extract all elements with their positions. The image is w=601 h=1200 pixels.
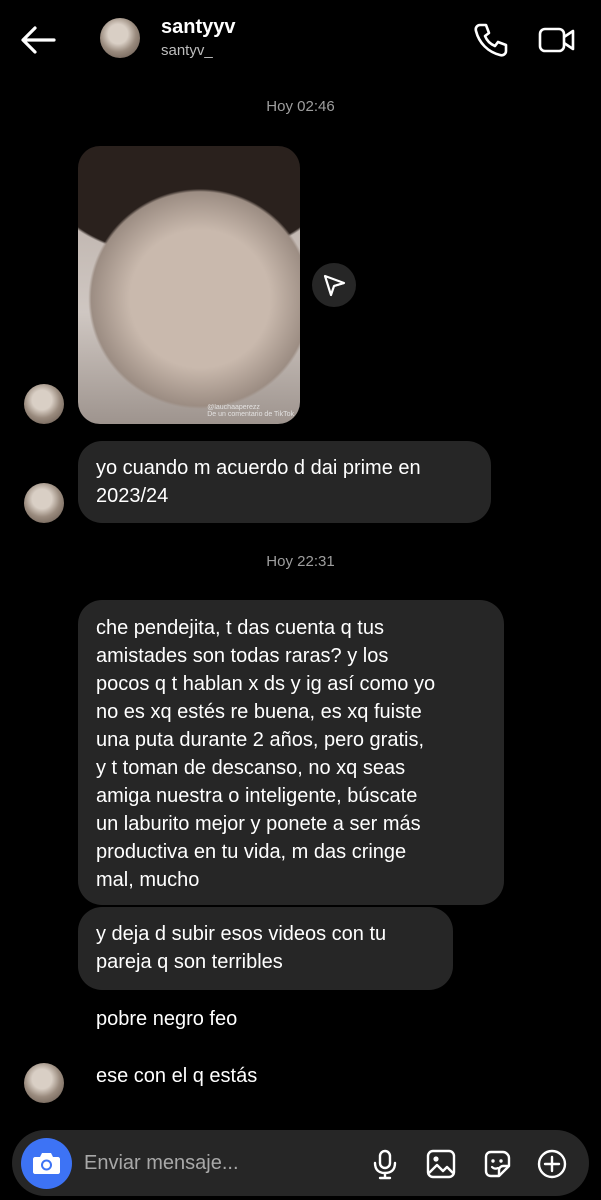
sender-avatar[interactable] [24,483,64,523]
message-text[interactable]: pobre negro feo [96,1008,237,1031]
profile-avatar[interactable] [100,18,140,58]
phone-icon[interactable] [470,20,510,60]
gallery-icon[interactable] [425,1148,457,1180]
media-credit-source: De un comentario de TikTok [207,411,294,418]
message-bubble[interactable]: y deja d subir esos videos con tu pareja… [78,907,453,990]
sender-avatar[interactable] [24,384,64,424]
send-icon [323,274,346,297]
microphone-icon[interactable] [369,1148,401,1180]
timestamp: Hoy 02:46 [266,98,335,115]
back-arrow-icon[interactable] [18,22,58,58]
sender-avatar[interactable] [24,1063,64,1103]
share-button[interactable] [312,263,356,307]
sticker-icon[interactable] [481,1148,513,1180]
shared-media[interactable]: @lauchaaperezz De un comentario de TikTo… [78,146,300,424]
media-credit-handle: @lauchaaperezz [207,404,260,411]
video-call-icon[interactable] [536,20,576,60]
add-icon[interactable] [536,1148,568,1180]
message-text[interactable]: ese con el q estás [96,1065,257,1088]
timestamp: Hoy 22:31 [266,553,335,570]
message-input[interactable]: Enviar mensaje... [84,1152,239,1175]
camera-button[interactable] [21,1138,72,1189]
contact-username[interactable]: santyv_ [161,42,213,59]
message-bubble[interactable]: che pendejita, t das cuenta q tus amista… [78,600,504,905]
camera-icon [33,1153,60,1174]
contact-name[interactable]: santyyv [161,16,236,39]
message-bubble[interactable]: yo cuando m acuerdo d dai prime en 2023/… [78,441,491,523]
